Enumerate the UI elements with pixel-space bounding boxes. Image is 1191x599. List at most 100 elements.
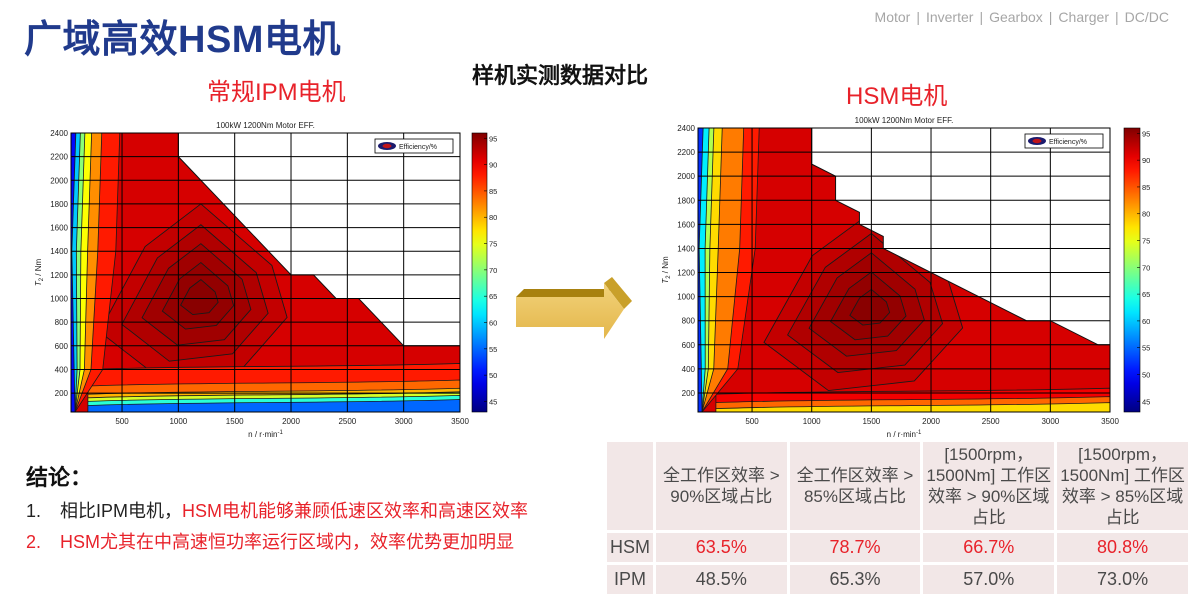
- conclusion-number: 2.: [26, 532, 42, 552]
- row-label: HSM: [607, 533, 653, 562]
- table-cell: 66.7%: [923, 533, 1055, 562]
- y-tick-label: 400: [682, 365, 696, 374]
- colorbar-tick-label: 65: [1142, 290, 1150, 299]
- y-tick-label: 1800: [677, 196, 695, 205]
- legend-label: Efficiency/%: [399, 144, 437, 151]
- table-header-cell: 全工作区效率 > 90%区域占比: [655, 442, 787, 530]
- table-cell: 48.5%: [655, 565, 787, 594]
- x-tick-label: 1500: [226, 417, 244, 426]
- conclusion-item: 1. 相比IPM电机，HSM电机能够兼顾低速区效率和高速区效率: [26, 497, 528, 523]
- legend-swatch-icon: [1032, 138, 1042, 144]
- x-axis-label: n / r·min-1: [887, 430, 922, 439]
- nav-separator: |: [1115, 9, 1119, 25]
- colorbar-tick-label: 55: [489, 345, 497, 354]
- colorbar-tick-label: 95: [489, 134, 497, 143]
- table-header-cell: [1500rpm， 1500Nm] 工作区效率 > 85%区域占比: [1057, 442, 1188, 530]
- legend-label: Efficiency/%: [1049, 139, 1087, 146]
- nav-separator: |: [979, 9, 984, 25]
- colorbar-tick-label: 85: [489, 187, 497, 196]
- y-tick-label: 1400: [677, 244, 695, 253]
- x-tick-label: 1500: [862, 417, 880, 426]
- x-tick-label: 1000: [803, 417, 821, 426]
- colorbar-tick-label: 50: [1142, 370, 1150, 379]
- x-tick-label: 500: [115, 417, 129, 426]
- colorbar-tick-label: 60: [489, 319, 497, 328]
- colorbar-tick-label: 90: [1142, 156, 1150, 165]
- colorbar-tick-label: 85: [1142, 183, 1150, 192]
- colorbar-tick-label: 65: [489, 292, 497, 301]
- colorbar: [471, 132, 488, 413]
- y-tick-label: 1000: [50, 295, 68, 304]
- hsm-efficiency-map: 500 1000 1500 2000 2500 3000 3500 200 400 600 800 1…: [661, 116, 1150, 439]
- y-tick-label: 600: [55, 342, 69, 351]
- colorbar: [1123, 127, 1141, 413]
- conclusion-highlight: HSM电机能够兼顾低速区效率和高速区效率: [182, 501, 529, 521]
- nav-separator: |: [1048, 9, 1053, 25]
- nav-item-charger[interactable]: Charger: [1058, 9, 1109, 25]
- table-cell: 73.0%: [1057, 565, 1188, 594]
- y-tick-label: 400: [55, 365, 69, 374]
- y-tick-label: 1000: [677, 293, 695, 302]
- nav-item-inverter[interactable]: Inverter: [926, 9, 973, 25]
- conclusion-number: 1.: [26, 501, 42, 521]
- table-header-cell: [607, 442, 653, 530]
- colorbar-tick-label: 75: [489, 240, 497, 249]
- table-row: IPM 48.5% 65.3% 57.0% 73.0%: [607, 565, 1188, 594]
- nav-item-gearbox[interactable]: Gearbox: [989, 9, 1043, 25]
- y-tick-label: 1200: [677, 269, 695, 278]
- y-tick-label: 1400: [50, 247, 68, 256]
- legend-swatch-icon: [382, 143, 392, 149]
- table-header-cell: [1500rpm， 1500Nm] 工作区效率 > 90%区域占比: [923, 442, 1055, 530]
- table-cell: 80.8%: [1057, 533, 1188, 562]
- x-tick-label: 2500: [338, 417, 356, 426]
- colorbar-tick-label: 75: [1142, 237, 1150, 246]
- ipm-chart-label: 常规IPM电机: [207, 79, 346, 106]
- nav-item-dcdc[interactable]: DC/DC: [1125, 9, 1169, 25]
- x-tick-label: 3500: [1101, 417, 1119, 426]
- section-subtitle: 样机实测数据对比: [472, 63, 649, 88]
- top-nav: Motor | Inverter | Gearbox | Charger | DC/DC: [875, 9, 1169, 25]
- comparison-table: 全工作区效率 > 90%区域占比 全工作区效率 > 85%区域占比 [1500r…: [604, 439, 1191, 597]
- colorbar-tick-label: 70: [1142, 263, 1150, 272]
- y-axis-label: T2 / Nm: [34, 258, 45, 286]
- y-tick-label: 1600: [677, 220, 695, 229]
- y-tick-label: 1200: [50, 271, 68, 280]
- conclusion-text: 相比IPM电机，: [60, 501, 183, 521]
- y-tick-label: 200: [55, 389, 69, 398]
- colorbar-tick-label: 80: [1142, 210, 1150, 219]
- y-tick-label: 1800: [50, 200, 68, 209]
- x-axis-label: n / r·min-1: [248, 430, 283, 439]
- y-tick-label: 2200: [50, 153, 68, 162]
- nav-separator: |: [916, 9, 920, 25]
- slide-title: 广域高效HSM电机: [24, 19, 341, 61]
- ipm-efficiency-map: 500 1000 1500 2000 2500 3000 3500 200 400 600 800 1…: [34, 121, 497, 439]
- colorbar-tick-label: 45: [489, 397, 497, 406]
- colorbar-tick-label: 50: [489, 371, 497, 380]
- conclusion-title: 结论：: [26, 465, 93, 490]
- row-label: IPM: [607, 565, 653, 594]
- y-tick-label: 800: [682, 317, 696, 326]
- colorbar-tick-label: 55: [1142, 344, 1150, 353]
- y-tick-label: 800: [55, 318, 69, 327]
- table-row: HSM 63.5% 78.7% 66.7% 80.8%: [607, 533, 1188, 562]
- table-header-row: 全工作区效率 > 90%区域占比 全工作区效率 > 85%区域占比 [1500r…: [607, 442, 1188, 530]
- y-tick-label: 2200: [677, 148, 695, 157]
- x-tick-label: 3000: [1041, 417, 1059, 426]
- y-tick-label: 1600: [50, 224, 68, 233]
- colorbar-tick-label: 70: [489, 266, 497, 275]
- nav-item-motor[interactable]: Motor: [875, 9, 911, 25]
- conclusion-highlight: HSM尤其在中高速恒功率运行区域内，效率优势更加明显: [60, 532, 514, 552]
- colorbar-tick-label: 90: [489, 161, 497, 170]
- x-tick-label: 2000: [922, 417, 940, 426]
- x-tick-label: 3000: [395, 417, 413, 426]
- table-cell: 65.3%: [789, 565, 921, 594]
- y-tick-label: 2400: [677, 124, 695, 133]
- y-tick-label: 2000: [50, 176, 68, 185]
- chart-title: 100kW 1200Nm Motor EFF.: [216, 121, 315, 130]
- y-axis-label: T2 / Nm: [661, 256, 672, 284]
- colorbar-tick-label: 80: [489, 213, 497, 222]
- colorbar-tick-label: 45: [1142, 397, 1150, 406]
- table-header-cell: 全工作区效率 > 85%区域占比: [789, 442, 921, 530]
- y-tick-label: 200: [682, 389, 696, 398]
- table-cell: 78.7%: [789, 533, 921, 562]
